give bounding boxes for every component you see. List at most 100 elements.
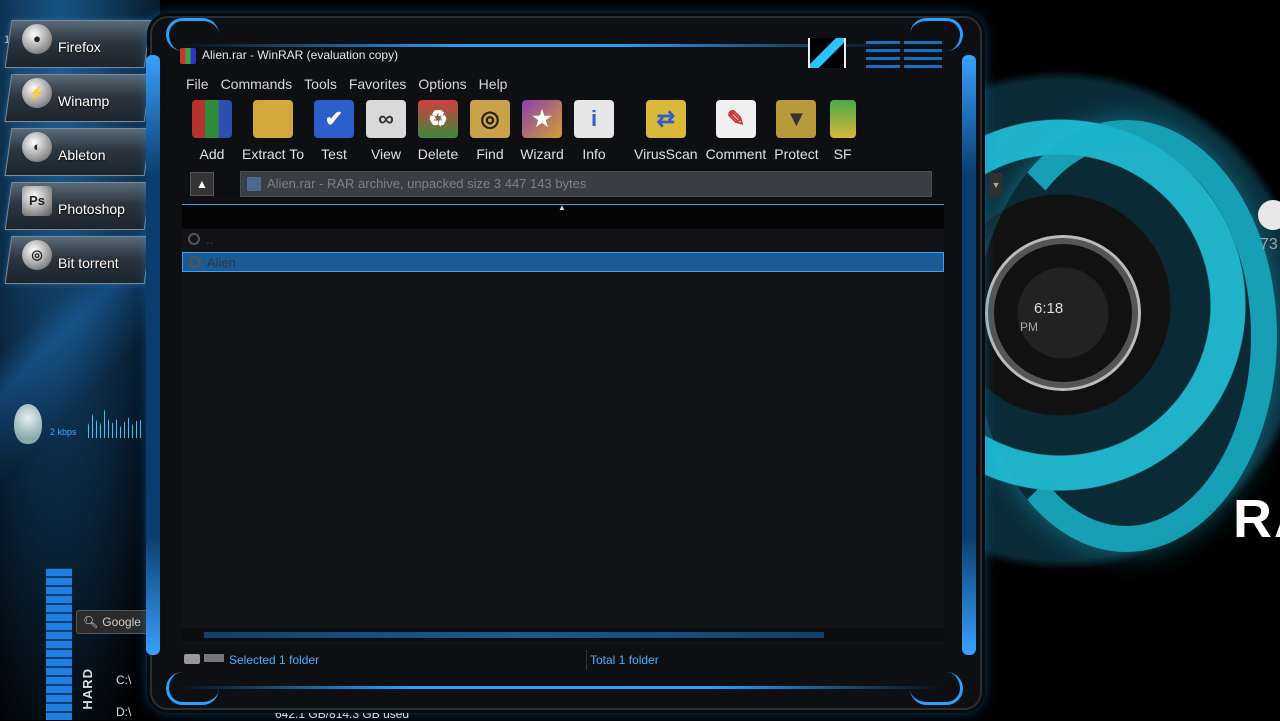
extract-to-label: Extract To bbox=[242, 146, 304, 162]
protect-label: Protect bbox=[774, 146, 819, 162]
list-item-parent[interactable]: .. bbox=[182, 230, 944, 250]
toolbar-separator bbox=[620, 100, 630, 162]
wallpaper-brand-text: RA bbox=[1233, 489, 1280, 549]
drive-d-label: D:\ bbox=[116, 705, 132, 719]
google-search-label: Google bbox=[102, 615, 141, 629]
shield-icon: ▼ bbox=[776, 100, 817, 138]
find-label: Find bbox=[476, 146, 504, 162]
dock-label-bittorrent: Bit torrent bbox=[58, 255, 119, 271]
menu-favorites[interactable]: Favorites bbox=[343, 74, 413, 94]
address-text: Alien.rar - RAR archive, unpacked size 3… bbox=[267, 176, 587, 191]
frame-accent-left bbox=[146, 55, 160, 655]
books-icon bbox=[192, 100, 232, 138]
list-item-name: Alien bbox=[207, 255, 236, 270]
extract-to-button[interactable]: Extract To bbox=[238, 100, 308, 162]
file-list-header[interactable]: ▲ bbox=[182, 203, 944, 230]
network-speed: 2 kbps bbox=[50, 427, 77, 437]
winamp-icon: ⚡ bbox=[22, 78, 52, 108]
binoculars-icon: ◎ bbox=[470, 100, 510, 138]
menu-help[interactable]: Help bbox=[473, 74, 514, 94]
virusscan-label: VirusScan bbox=[634, 146, 698, 162]
view-button[interactable]: ∞ View bbox=[360, 100, 412, 162]
status-selected: Selected 1 folder bbox=[229, 653, 320, 667]
menu-tools[interactable]: Tools bbox=[298, 74, 343, 94]
drive-c-label: C:\ bbox=[116, 673, 132, 687]
sfx-label: SF bbox=[833, 146, 852, 162]
up-folder-button[interactable]: ▲ bbox=[190, 172, 214, 196]
window-title: Alien.rar - WinRAR (evaluation copy) bbox=[202, 48, 399, 62]
wizard-button[interactable]: ★ Wizard bbox=[516, 100, 568, 162]
glasses-icon: ∞ bbox=[366, 100, 406, 138]
archive-icon bbox=[247, 177, 261, 191]
comment-label: Comment bbox=[705, 146, 767, 162]
weather-cloud-icon bbox=[1258, 200, 1280, 230]
wizard-label: Wizard bbox=[520, 146, 564, 162]
menu-options[interactable]: Options bbox=[412, 74, 472, 94]
virusscan-button[interactable]: ⇄ VirusScan bbox=[630, 100, 702, 162]
view-label: View bbox=[370, 146, 402, 162]
cpu-meter-bar bbox=[46, 568, 72, 720]
menu-commands[interactable]: Commands bbox=[215, 74, 299, 94]
toolbar: Add Extract To ✔ Test ∞ View ♻ Delete ◎ … bbox=[186, 100, 863, 162]
frame-bottom-glow bbox=[180, 686, 940, 689]
list-item-name: .. bbox=[206, 232, 214, 247]
status-divider bbox=[586, 650, 587, 670]
parent-folder-icon bbox=[188, 233, 200, 245]
dock-label-winamp: Winamp bbox=[58, 93, 110, 109]
status-total: Total 1 folder bbox=[590, 653, 659, 667]
dock-label-ableton: Ableton bbox=[58, 147, 106, 163]
dock-label-photoshop: Photoshop bbox=[58, 201, 125, 217]
horizontal-scrollbar[interactable] bbox=[182, 628, 944, 642]
folder-icon bbox=[253, 100, 293, 138]
status-bar: Selected 1 folder Total 1 folder bbox=[182, 648, 944, 672]
add-button[interactable]: Add bbox=[186, 100, 238, 162]
weather-temperature: 73 bbox=[1260, 236, 1278, 253]
pen-icon: ✎ bbox=[715, 100, 756, 138]
info-icon: i bbox=[574, 100, 614, 138]
file-list[interactable]: ▲ .. Alien bbox=[182, 203, 944, 644]
recycle-icon: ♻ bbox=[418, 100, 458, 138]
find-button[interactable]: ◎ Find bbox=[464, 100, 516, 162]
delete-button[interactable]: ♻ Delete bbox=[412, 100, 464, 162]
scrollbar-thumb[interactable] bbox=[204, 632, 824, 638]
wand-icon: ★ bbox=[522, 100, 562, 138]
address-bar: ▲ Alien.rar - RAR archive, unpacked size… bbox=[184, 170, 1003, 197]
key-icon bbox=[204, 654, 224, 662]
frame-accent-right bbox=[962, 55, 976, 655]
firefox-icon: ● bbox=[22, 24, 52, 54]
frame-corner bbox=[910, 672, 963, 705]
sort-arrow-icon: ▲ bbox=[558, 203, 566, 212]
photoshop-icon: Ps bbox=[22, 186, 52, 216]
hard-drive-label: HARD bbox=[80, 668, 95, 710]
list-item-alien[interactable]: Alien bbox=[182, 252, 944, 272]
search-icon: 🔍︎ bbox=[83, 615, 99, 629]
test-button[interactable]: ✔ Test bbox=[308, 100, 360, 162]
maximize-button[interactable] bbox=[866, 38, 900, 68]
comment-button[interactable]: ✎ Comment bbox=[702, 100, 771, 162]
check-icon: ✔ bbox=[314, 100, 354, 138]
minimize-button[interactable] bbox=[808, 38, 846, 68]
bittorrent-icon: ◎ bbox=[22, 240, 52, 270]
sfx-button[interactable]: SF bbox=[823, 100, 863, 162]
ableton-icon: ◐ bbox=[22, 132, 52, 162]
close-button[interactable] bbox=[904, 38, 942, 68]
drive-icon bbox=[184, 654, 200, 664]
sfx-icon bbox=[829, 100, 856, 138]
info-button[interactable]: i Info bbox=[568, 100, 620, 162]
test-label: Test bbox=[321, 146, 347, 162]
frame-corner bbox=[166, 672, 219, 705]
menu-file[interactable]: File bbox=[180, 74, 215, 94]
clock-time: 6:18 bbox=[1034, 300, 1064, 317]
title-bar[interactable]: Alien.rar - WinRAR (evaluation copy) bbox=[176, 38, 946, 68]
info-label: Info bbox=[582, 146, 606, 162]
address-dropdown-button[interactable]: ▼ bbox=[989, 173, 1003, 197]
dock-label-firefox: Firefox bbox=[58, 39, 101, 55]
address-field[interactable]: Alien.rar - RAR archive, unpacked size 3… bbox=[240, 171, 1003, 197]
protect-button[interactable]: ▼ Protect bbox=[770, 100, 822, 162]
clock-ampm: PM bbox=[1020, 320, 1038, 334]
folder-icon bbox=[189, 256, 201, 268]
alien-head-icon bbox=[14, 404, 42, 444]
add-label: Add bbox=[199, 146, 225, 162]
winrar-app-icon bbox=[180, 48, 196, 64]
scan-icon: ⇄ bbox=[645, 100, 686, 138]
